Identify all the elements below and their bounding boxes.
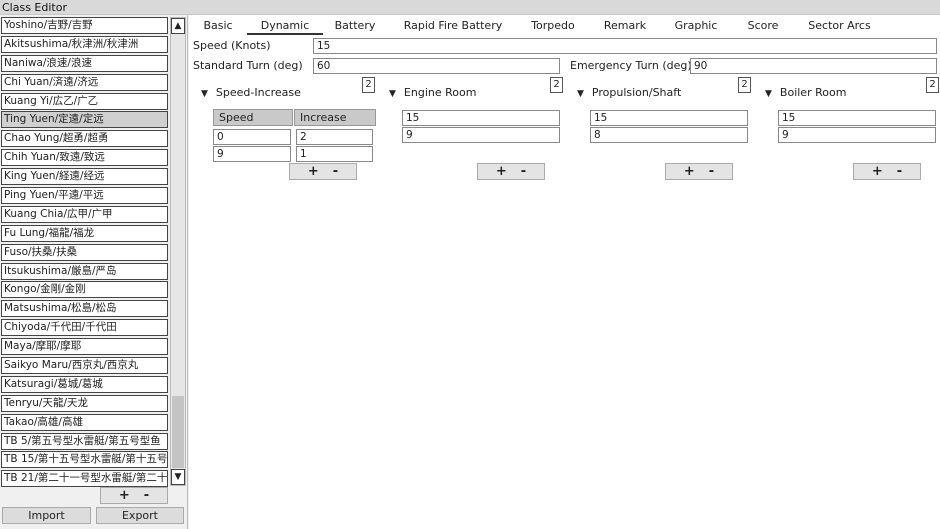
- speed-increase-speed-0[interactable]: 0: [213, 129, 291, 145]
- boiler-room-add-remove: + -: [853, 163, 921, 180]
- collapse-triangle-icon: ▼: [765, 89, 772, 99]
- ship-list-item[interactable]: Chiyoda/千代田/千代田: [1, 319, 168, 337]
- engine-room-title: Engine Room: [403, 86, 477, 99]
- emergency-turn-input[interactable]: 90: [690, 58, 937, 74]
- propulsion-value-1[interactable]: 8: [590, 127, 748, 143]
- ship-list-item[interactable]: TB 21/第二十一号型水雷艇/第二十: [1, 470, 168, 488]
- boiler-room-count[interactable]: 2: [926, 77, 939, 93]
- scroll-up-button[interactable]: ▲: [171, 18, 185, 34]
- scroll-down-button[interactable]: ▼: [171, 469, 185, 485]
- ship-list-item[interactable]: Naniwa/浪速/浪速: [1, 54, 168, 72]
- collapse-triangle-icon: ▼: [577, 89, 584, 99]
- speed-increase-value-0[interactable]: 2: [296, 129, 373, 145]
- tab-graphic[interactable]: Graphic: [663, 17, 729, 35]
- speed-increase-add-button[interactable]: +: [308, 164, 319, 179]
- ship-list-add-remove: + -: [100, 487, 168, 504]
- emergency-turn-label: Emergency Turn (deg): [570, 59, 692, 72]
- tab-battery[interactable]: Battery: [323, 17, 387, 35]
- speed-input[interactable]: 15: [313, 38, 937, 54]
- tab-score[interactable]: Score: [729, 17, 797, 35]
- tab-bar: Basic Dynamic Battery Rapid Fire Battery…: [189, 17, 882, 35]
- engine-room-add-remove: + -: [477, 163, 545, 180]
- boiler-room-value-0[interactable]: 15: [778, 110, 936, 126]
- speed-increase-add-remove: + -: [289, 163, 357, 180]
- ship-list-item[interactable]: Yoshino/吉野/吉野: [1, 17, 168, 34]
- engine-room-header[interactable]: ▼ Engine Room: [389, 86, 476, 101]
- ship-list-item[interactable]: TB 5/第五号型水雷艇/第五号型鱼: [1, 432, 168, 450]
- remove-ship-button[interactable]: -: [144, 488, 149, 503]
- propulsion-header[interactable]: ▼ Propulsion/Shaft: [577, 86, 681, 101]
- engine-room-value-0[interactable]: 15: [402, 110, 560, 126]
- ship-list-item[interactable]: Chao Yung/超勇/超勇: [1, 130, 168, 148]
- ship-list-item[interactable]: Itsukushima/厳島/严岛: [1, 262, 168, 280]
- standard-turn-input[interactable]: 60: [313, 58, 560, 74]
- boiler-room-header[interactable]: ▼ Boiler Room: [765, 86, 846, 101]
- tab-sector-arcs[interactable]: Sector Arcs: [797, 17, 882, 35]
- boiler-room-add-button[interactable]: +: [872, 164, 883, 179]
- tab-torpedo[interactable]: Torpedo: [519, 17, 587, 35]
- speed-increase-speed-1[interactable]: 9: [213, 146, 291, 162]
- ship-list-item[interactable]: Akitsushima/秋津洲/秋津洲: [1, 35, 168, 53]
- tab-dynamic[interactable]: Dynamic: [247, 17, 323, 35]
- tab-rapid-fire-battery[interactable]: Rapid Fire Battery: [387, 17, 519, 35]
- tab-basic[interactable]: Basic: [189, 17, 247, 35]
- propulsion-count[interactable]: 2: [738, 77, 751, 93]
- propulsion-title: Propulsion/Shaft: [591, 86, 682, 99]
- boiler-room-remove-button[interactable]: -: [897, 164, 902, 179]
- ship-list-item[interactable]: Tenryu/天龍/天龙: [1, 394, 168, 412]
- editor-main: Basic Dynamic Battery Rapid Fire Battery…: [189, 15, 940, 529]
- speed-increase-value-1[interactable]: 1: [296, 146, 373, 162]
- ship-list-item[interactable]: Ping Yuen/平遠/平远: [1, 187, 168, 205]
- ship-list-item[interactable]: TB 15/第十五号型水雷艇/第十五号: [1, 451, 168, 469]
- ship-list-panel: Yoshino/吉野/吉野 Akitsushima/秋津洲/秋津洲 Naniwa/浪…: [0, 15, 188, 529]
- propulsion-add-button[interactable]: +: [684, 164, 695, 179]
- engine-room-count[interactable]: 2: [550, 77, 563, 93]
- propulsion-value-0[interactable]: 15: [590, 110, 748, 126]
- ship-list-item[interactable]: Ting Yuen/定遠/定远: [1, 111, 168, 129]
- scroll-thumb[interactable]: [172, 396, 184, 468]
- standard-turn-label: Standard Turn (deg): [193, 59, 303, 72]
- engine-room-add-button[interactable]: +: [496, 164, 507, 179]
- speed-increase-count[interactable]: 2: [362, 77, 375, 93]
- ship-list-item[interactable]: King Yuen/経遠/经远: [1, 168, 168, 186]
- tab-remark[interactable]: Remark: [587, 17, 663, 35]
- ship-list-item[interactable]: Chi Yuan/済遠/济远: [1, 73, 168, 91]
- export-button[interactable]: Export: [96, 507, 184, 524]
- speed-increase-title: Speed-Increase: [215, 86, 301, 99]
- window-title: Class Editor: [0, 0, 940, 15]
- speed-label: Speed (Knots): [193, 39, 271, 52]
- ship-list-scrollbar[interactable]: ▲ ▼: [170, 17, 186, 486]
- speed-column-header: Speed: [213, 109, 293, 126]
- propulsion-add-remove: + -: [665, 163, 733, 180]
- ship-list: Yoshino/吉野/吉野 Akitsushima/秋津洲/秋津洲 Naniwa/浪…: [1, 17, 168, 489]
- speed-increase-remove-button[interactable]: -: [333, 164, 338, 179]
- ship-list-item[interactable]: Fuso/扶桑/扶桑: [1, 243, 168, 261]
- ship-list-item[interactable]: Maya/摩耶/摩耶: [1, 338, 168, 356]
- ship-list-item[interactable]: Takao/高雄/高雄: [1, 413, 168, 431]
- ship-list-item[interactable]: Kuang Chia/広甲/广甲: [1, 205, 168, 223]
- import-button[interactable]: Import: [2, 507, 91, 524]
- ship-list-item[interactable]: Fu Lung/福龍/福龙: [1, 224, 168, 242]
- ship-list-item[interactable]: Chih Yuan/致遠/致远: [1, 149, 168, 167]
- engine-room-value-1[interactable]: 9: [402, 127, 560, 143]
- ship-list-item[interactable]: Katsuragi/葛城/葛城: [1, 375, 168, 393]
- boiler-room-title: Boiler Room: [779, 86, 847, 99]
- collapse-triangle-icon: ▼: [201, 89, 208, 99]
- propulsion-remove-button[interactable]: -: [709, 164, 714, 179]
- add-ship-button[interactable]: +: [119, 488, 130, 503]
- boiler-room-value-1[interactable]: 9: [778, 127, 936, 143]
- collapse-triangle-icon: ▼: [389, 89, 396, 99]
- engine-room-remove-button[interactable]: -: [521, 164, 526, 179]
- speed-increase-header[interactable]: ▼ Speed-Increase: [201, 86, 301, 101]
- ship-list-item[interactable]: Kuang Yi/広乙/广乙: [1, 92, 168, 110]
- ship-list-item[interactable]: Saikyo Maru/西京丸/西京丸: [1, 357, 168, 375]
- ship-list-item[interactable]: Kongo/金剛/金刚: [1, 281, 168, 299]
- ship-list-item[interactable]: Matsushima/松島/松岛: [1, 300, 168, 318]
- increase-column-header: Increase: [294, 109, 376, 126]
